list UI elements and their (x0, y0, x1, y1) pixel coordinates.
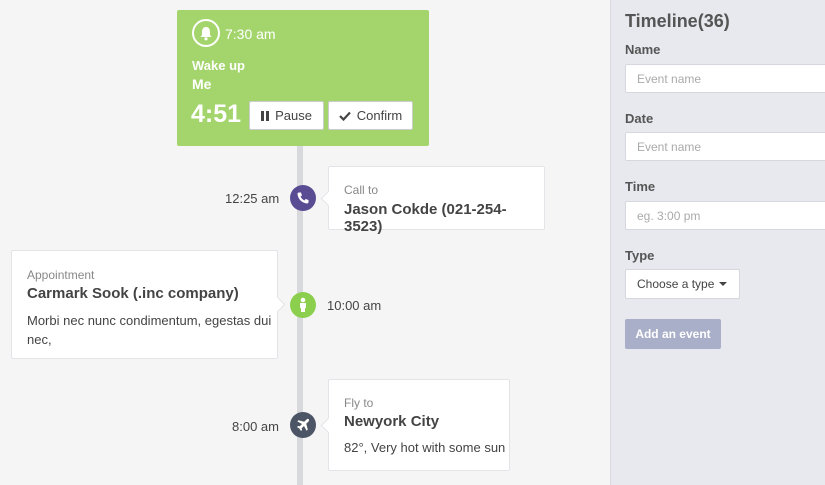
person-icon (290, 292, 316, 318)
alarm-countdown: 4:51 (191, 100, 242, 128)
pause-button-label: Pause (275, 108, 312, 123)
event-description: Morbi nec nunc condimentum, egestas dui … (27, 313, 272, 347)
time-input[interactable] (625, 201, 825, 230)
alarm-label: Wake up (192, 58, 245, 73)
time-label: Time (625, 179, 656, 194)
event-kind: Fly to (344, 396, 374, 410)
event-title: Carmark Sook (.inc company) (27, 285, 239, 302)
add-event-panel: Timeline(36) Name Date Time Type Choose … (610, 0, 825, 485)
phone-icon (290, 185, 316, 211)
event-card-appointment[interactable]: Appointment Carmark Sook (.inc company) … (11, 250, 278, 359)
event-kind: Call to (344, 183, 379, 197)
type-dropdown[interactable]: Choose a type (625, 269, 740, 299)
event-kind: Appointment (27, 268, 95, 282)
alarm-card: 7:30 am Wake up Me 4:51 Pause Confirm (177, 10, 429, 146)
event-description: 82°, Very hot with some sun (344, 440, 506, 455)
event-title: Jason Cokde (021-254-3523) (344, 201, 507, 235)
alarm-owner: Me (192, 76, 212, 92)
alarm-time: 7:30 am (225, 26, 276, 42)
name-input[interactable] (625, 64, 825, 93)
event-time: 10:00 am (327, 298, 382, 313)
caret-down-icon (719, 282, 728, 286)
event-title: Newyork City (344, 413, 440, 430)
check-icon (338, 111, 351, 121)
date-input[interactable] (625, 132, 825, 161)
pause-icon (261, 110, 270, 121)
event-card-flight[interactable]: Fly to Newyork City 82°, Very hot with s… (328, 379, 510, 471)
confirm-button-label: Confirm (356, 108, 403, 123)
event-card-call[interactable]: Call to Jason Cokde (021-254-3523) (328, 166, 545, 235)
event-time: 12:25 am (225, 191, 280, 206)
plane-icon (290, 412, 316, 438)
type-dropdown-value: Choose a type (637, 277, 715, 291)
name-label: Name (625, 42, 661, 57)
panel-title: Timeline(36) (625, 11, 730, 31)
date-label: Date (625, 111, 654, 126)
type-label: Type (625, 248, 655, 263)
bell-icon (192, 19, 220, 47)
timeline-area: 7:30 am Wake up Me 4:51 Pause Confirm 12… (0, 0, 610, 485)
event-time: 8:00 am (232, 419, 279, 434)
confirm-button[interactable]: Confirm (328, 101, 413, 130)
add-event-button[interactable]: Add an event (625, 319, 721, 349)
pause-button[interactable]: Pause (249, 101, 324, 130)
